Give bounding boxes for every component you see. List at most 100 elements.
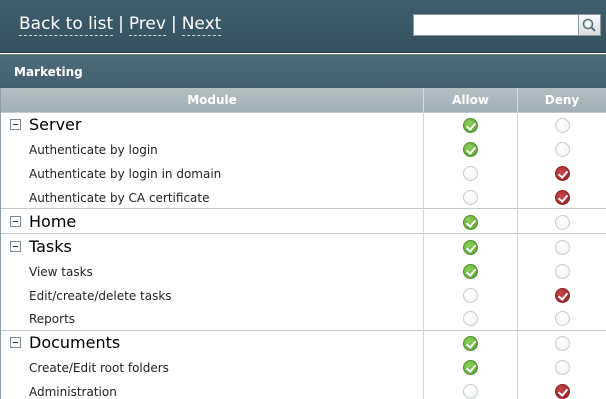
- deny-cell: [517, 378, 606, 399]
- deny-checked-icon[interactable]: [554, 287, 570, 303]
- permissions-rows: Server Authenticate by login Authenticate …: [0, 111, 606, 399]
- allow-cell: [423, 354, 518, 379]
- permission-row: Reports: [0, 306, 606, 330]
- search-button[interactable]: [578, 14, 601, 36]
- allow-cell: [423, 111, 518, 137]
- permission-row: Edit/create/delete tasks: [0, 282, 606, 306]
- permission-row: Authenticate by login: [0, 136, 606, 161]
- allow-cell: [423, 306, 518, 330]
- permission-name: Reports: [29, 312, 76, 327]
- deny-radio-icon[interactable]: [554, 311, 570, 327]
- allow-cell: [423, 378, 518, 399]
- deny-radio-icon[interactable]: [554, 118, 570, 133]
- permission-row: Create/Edit root folders: [0, 354, 606, 379]
- allow-checked-icon[interactable]: [463, 142, 478, 157]
- group-row: Home: [0, 208, 606, 234]
- group-name: Home: [29, 211, 77, 231]
- deny-cell: [517, 160, 606, 185]
- allow-radio-icon[interactable]: [463, 311, 478, 327]
- permission-name: Authenticate by CA certificate: [29, 190, 210, 205]
- back-to-list-link[interactable]: Back to list: [19, 14, 114, 36]
- permission-row: Authenticate by login in domain: [0, 160, 606, 185]
- deny-cell: [517, 136, 606, 161]
- module-cell: Authenticate by login: [0, 136, 424, 161]
- module-cell: View tasks: [0, 258, 424, 282]
- permission-row: Administration: [0, 378, 606, 399]
- group-name: Tasks: [29, 236, 72, 256]
- allow-radio-icon[interactable]: [463, 384, 478, 399]
- group-heading: Home: [1, 209, 423, 233]
- deny-radio-icon[interactable]: [554, 239, 570, 255]
- deny-cell: [517, 306, 606, 330]
- allow-cell: [423, 258, 518, 282]
- search-input[interactable]: [413, 14, 579, 36]
- allow-cell: [423, 233, 518, 258]
- group-row: Tasks: [0, 233, 606, 258]
- module-cell: Authenticate by CA certificate: [0, 184, 424, 209]
- prev-link[interactable]: Prev: [128, 14, 166, 36]
- allow-cell: [423, 282, 518, 306]
- allow-checked-icon[interactable]: [463, 360, 478, 375]
- deny-cell: [517, 184, 606, 209]
- deny-radio-icon[interactable]: [554, 214, 570, 230]
- allow-checked-icon[interactable]: [463, 336, 478, 351]
- next-link[interactable]: Next: [181, 14, 222, 36]
- collapse-icon[interactable]: [10, 119, 21, 130]
- module-cell: Tasks: [0, 233, 424, 258]
- allow-radio-icon[interactable]: [463, 287, 478, 303]
- nav-separator: |: [170, 14, 177, 34]
- module-cell: Administration: [0, 378, 424, 399]
- allow-cell: [423, 160, 518, 185]
- module-cell: Home: [0, 208, 424, 234]
- permission-name: Create/Edit root folders: [29, 361, 169, 375]
- collapse-icon[interactable]: [10, 337, 21, 348]
- deny-checked-icon[interactable]: [554, 384, 570, 399]
- deny-cell: [517, 111, 606, 137]
- permission-row: View tasks: [0, 258, 606, 282]
- permission-row: Authenticate by CA certificate: [0, 184, 606, 209]
- module-cell: Reports: [0, 306, 424, 330]
- module-cell: Create/Edit root folders: [0, 354, 424, 379]
- deny-checked-icon[interactable]: [554, 189, 570, 205]
- permissions-table: Module Allow Deny Server Authenticate by …: [0, 88, 606, 399]
- module-cell: Documents: [0, 329, 424, 355]
- group-name: Documents: [29, 333, 121, 352]
- allow-checked-icon[interactable]: [463, 239, 478, 255]
- deny-cell: [517, 354, 606, 379]
- module-cell: Server: [0, 111, 424, 137]
- permission-name: Administration: [29, 385, 117, 399]
- deny-cell: [517, 282, 606, 306]
- allow-cell: [423, 208, 518, 234]
- collapse-icon[interactable]: [10, 240, 21, 252]
- group-name: Server: [29, 115, 82, 134]
- module-cell: Edit/create/delete tasks: [0, 282, 424, 306]
- permission-name: Authenticate by login in domain: [29, 167, 222, 181]
- deny-radio-icon[interactable]: [554, 336, 570, 351]
- allow-radio-icon[interactable]: [463, 189, 478, 205]
- column-header-deny: Deny: [517, 88, 606, 112]
- deny-cell: [517, 329, 606, 355]
- deny-cell: [517, 258, 606, 282]
- allow-checked-icon[interactable]: [463, 263, 478, 279]
- permission-name: View tasks: [29, 264, 93, 279]
- table-header: Module Allow Deny: [0, 88, 606, 112]
- deny-radio-icon[interactable]: [554, 360, 570, 375]
- allow-checked-icon[interactable]: [463, 118, 478, 133]
- allow-radio-icon[interactable]: [463, 166, 478, 181]
- deny-radio-icon[interactable]: [554, 142, 570, 157]
- permission-name: Edit/create/delete tasks: [29, 288, 172, 303]
- nav-separator: |: [118, 14, 124, 34]
- column-header-module: Module: [0, 88, 424, 112]
- deny-cell: [517, 208, 606, 234]
- allow-cell: [423, 136, 518, 161]
- navigation: Back to list | Prev | Next: [19, 14, 222, 36]
- module-cell: Authenticate by login in domain: [0, 160, 424, 185]
- allow-checked-icon[interactable]: [463, 214, 478, 230]
- group-bar: Marketing: [0, 54, 606, 88]
- search-box: [413, 14, 601, 36]
- collapse-icon[interactable]: [10, 215, 21, 227]
- group-row: Server: [0, 111, 606, 137]
- permission-name: Authenticate by login: [29, 143, 158, 157]
- deny-radio-icon[interactable]: [554, 263, 570, 279]
- deny-checked-icon[interactable]: [554, 166, 570, 181]
